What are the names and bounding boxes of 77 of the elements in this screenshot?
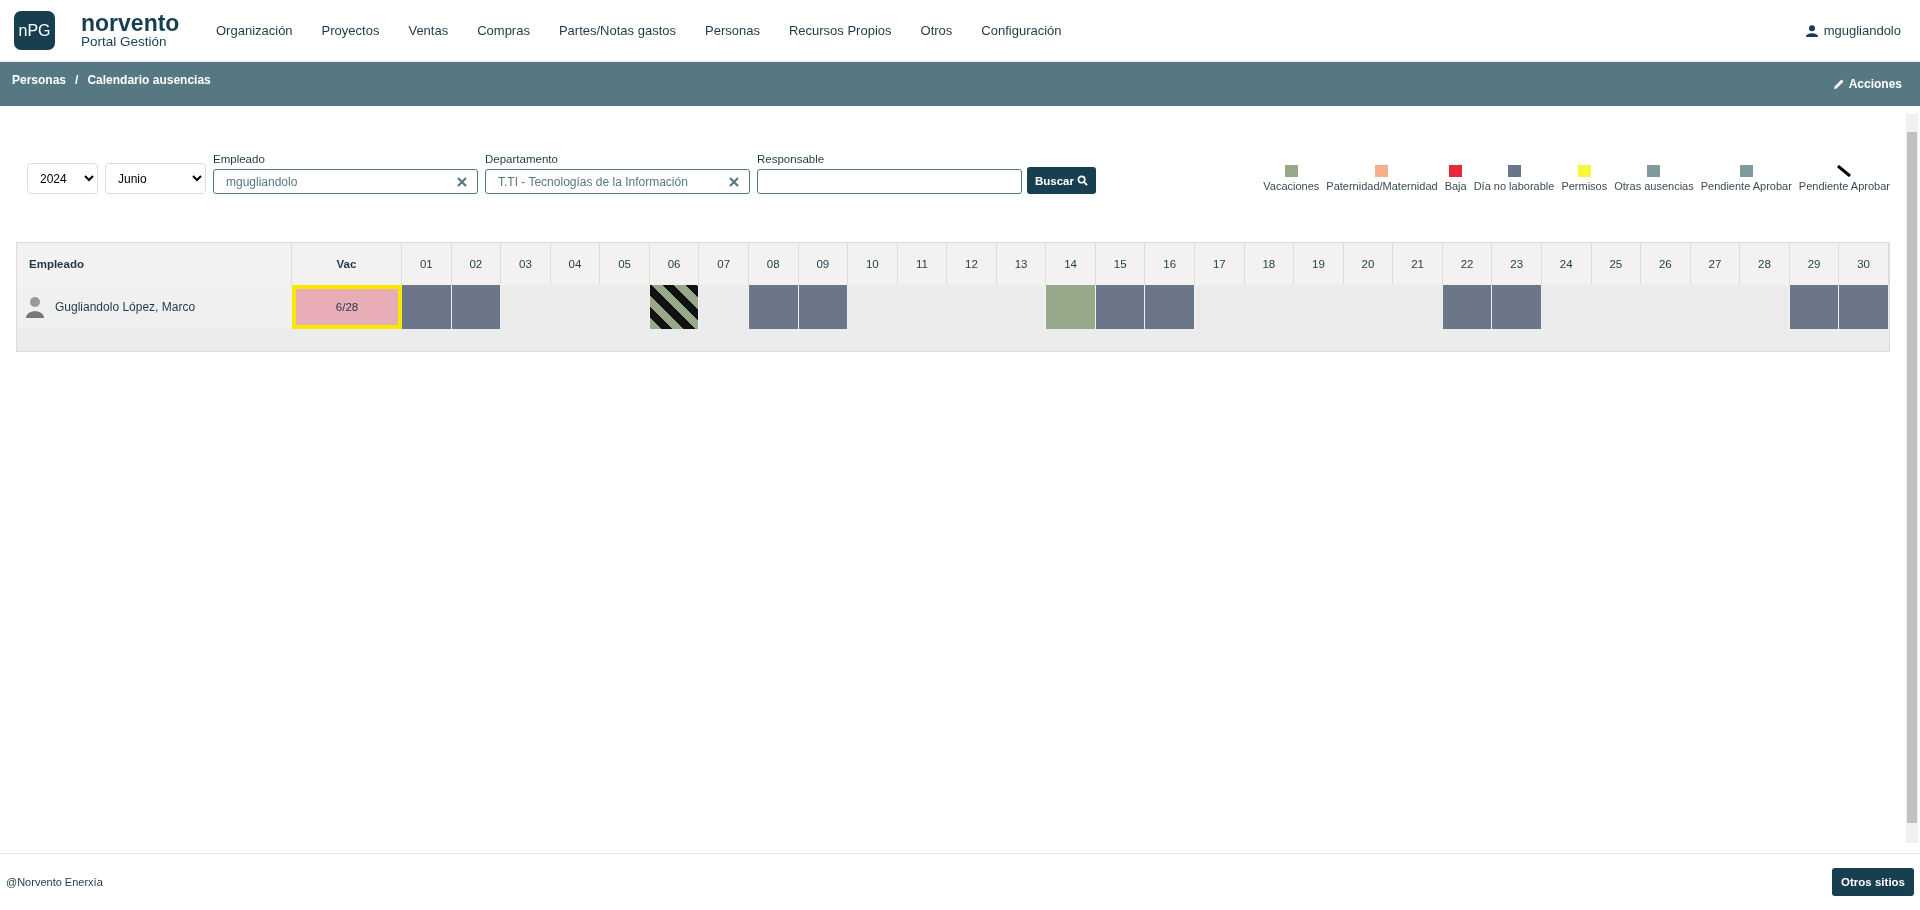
- avatar-icon: [25, 296, 45, 318]
- legend-label: Vacaciones: [1263, 180, 1320, 192]
- copyright-text: @Norvento Enerxía: [6, 876, 103, 888]
- pencil-icon: [1832, 78, 1845, 90]
- legend-label: Día no laborable: [1473, 180, 1555, 192]
- day-header: 05: [600, 243, 650, 285]
- nav-link[interactable]: Recursos Propios: [788, 23, 892, 38]
- legend-label: Paternidad/Maternidad: [1326, 180, 1438, 192]
- day-header: 09: [798, 243, 849, 285]
- nav-link[interactable]: Otros: [920, 23, 953, 38]
- search-button[interactable]: Buscar: [1027, 167, 1096, 194]
- actions-button[interactable]: Acciones: [1826, 76, 1908, 92]
- day-header: 19: [1294, 243, 1344, 285]
- breadcrumb-separator: /: [75, 73, 79, 87]
- day-header: 28: [1740, 243, 1790, 285]
- day-header: 24: [1541, 243, 1592, 285]
- user-icon: [1805, 24, 1818, 37]
- nav-link[interactable]: Compras: [477, 23, 530, 38]
- nav-link[interactable]: Configuración: [981, 23, 1062, 38]
- day-header: 02: [451, 243, 502, 285]
- column-header: Empleado: [17, 243, 292, 285]
- day-header: 13: [996, 243, 1047, 285]
- day-header: 25: [1591, 243, 1642, 285]
- logo-badge: nPG: [14, 11, 55, 50]
- legend-label: Otras ausencias: [1614, 180, 1694, 192]
- nav-link[interactable]: Proyectos: [321, 23, 380, 38]
- year-select[interactable]: 2024: [27, 163, 98, 194]
- day-header: 23: [1492, 243, 1542, 285]
- vacation-count: 6/28: [292, 285, 402, 329]
- legend-label: Baja: [1444, 180, 1467, 192]
- day-header: 22: [1442, 243, 1493, 285]
- nav-link[interactable]: Organización: [216, 23, 293, 38]
- day-header: 07: [699, 243, 749, 285]
- nav-link[interactable]: Ventas: [408, 23, 449, 38]
- nav-link[interactable]: Personas: [705, 23, 760, 38]
- other-sites-button[interactable]: Otros sitios: [1832, 868, 1914, 896]
- column-header: Vac: [292, 243, 402, 285]
- day-header: 11: [897, 243, 948, 285]
- field-label: Empleado: [213, 153, 266, 165]
- breadcrumb-link[interactable]: Personas: [12, 73, 67, 87]
- day-header: 10: [848, 243, 898, 285]
- manager-field[interactable]: [757, 169, 1022, 194]
- day-header: 06: [649, 243, 700, 285]
- legend-label: Permisos: [1561, 180, 1608, 192]
- day-header: 30: [1839, 243, 1889, 285]
- day-header: 29: [1789, 243, 1840, 285]
- nav-link[interactable]: Partes/Notas gastos: [558, 23, 676, 38]
- search-icon: [1077, 175, 1088, 186]
- clear-icon[interactable]: [457, 176, 467, 187]
- month-select[interactable]: Junio: [105, 163, 206, 194]
- field-label: Departamento: [485, 153, 559, 165]
- user-name[interactable]: mgugliandolo: [1823, 23, 1901, 38]
- brand-subtitle: Portal Gestión: [81, 34, 168, 49]
- clear-icon[interactable]: [729, 176, 739, 187]
- day-header: 14: [1046, 243, 1096, 285]
- day-header: 04: [550, 243, 601, 285]
- day-header: 15: [1095, 243, 1146, 285]
- day-header: 27: [1690, 243, 1741, 285]
- day-header: 01: [402, 243, 452, 285]
- day-header: 20: [1343, 243, 1394, 285]
- day-header: 03: [501, 243, 551, 285]
- day-header: 18: [1244, 243, 1295, 285]
- day-header: 21: [1393, 243, 1443, 285]
- legend-label: Pendiente Aprobar: [1798, 180, 1890, 192]
- brand-name: norvento: [81, 12, 181, 34]
- day-header: 16: [1145, 243, 1195, 285]
- breadcrumb-link[interactable]: Calendario ausencias: [87, 73, 211, 87]
- employee-name: Gugliandolo López, Marco: [55, 300, 196, 314]
- employee-field[interactable]: mgugliandolo: [213, 169, 478, 194]
- day-header: 26: [1641, 243, 1691, 285]
- diagonal-line-icon: [1837, 165, 1852, 177]
- department-field[interactable]: T.TI - Tecnologías de la Información: [485, 169, 750, 194]
- field-label: Responsable: [757, 153, 826, 165]
- day-header: 12: [947, 243, 997, 285]
- day-header: 08: [748, 243, 799, 285]
- legend-label: Pendiente Aprobar: [1700, 180, 1792, 192]
- day-header: 17: [1195, 243, 1245, 285]
